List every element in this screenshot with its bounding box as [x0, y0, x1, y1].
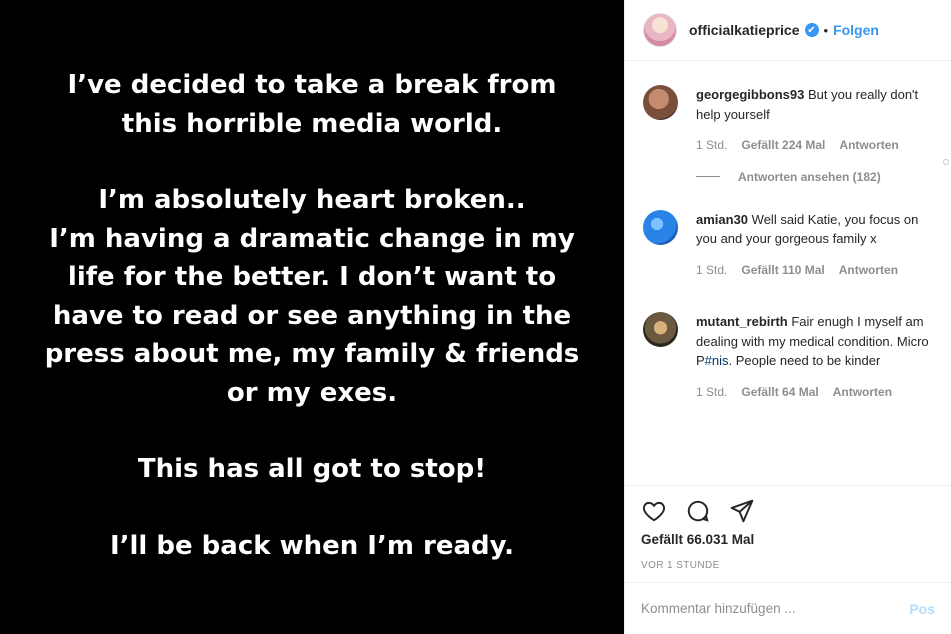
commenter-username[interactable]: mutant_rebirth — [696, 314, 788, 329]
hashtag-link[interactable]: #nis — [705, 353, 729, 368]
media-line: This has all got to stop! — [137, 454, 487, 484]
media-line: I’ve decided to take a break from — [67, 70, 557, 100]
post-sidebar: officialkatieprice ✔ • Folgen georgegibb… — [624, 0, 951, 634]
media-paragraph-3: This has all got to stop! — [12, 450, 612, 489]
add-comment-form: Pos — [625, 582, 951, 634]
follow-button[interactable]: Folgen — [833, 22, 879, 38]
post-comment-button[interactable]: Pos — [909, 601, 935, 617]
comment-body: mutant_rebirth Fair enugh I myself am de… — [696, 312, 931, 402]
comment-likes[interactable]: Gefällt 64 Mal — [741, 383, 818, 403]
media-line: press about me, my family & friends — [44, 339, 580, 369]
comment-like-icon[interactable] — [943, 159, 949, 165]
commenter-username[interactable]: amian30 — [696, 212, 748, 227]
comment-time[interactable]: 1 Std. — [696, 383, 727, 403]
header-separator: • — [823, 22, 829, 38]
author-avatar[interactable] — [643, 13, 677, 47]
media-line: I’m having a dramatic change in my — [49, 223, 575, 254]
comment-icon[interactable] — [685, 498, 711, 527]
commenter-avatar[interactable] — [643, 312, 678, 347]
instagram-post: I’ve decided to take a break from this h… — [0, 0, 951, 634]
media-line: life for the better. I don’t want to — [67, 262, 557, 292]
view-replies-button[interactable]: Antworten ansehen (182) — [696, 170, 951, 184]
media-paragraph-1: I’ve decided to take a break from this h… — [12, 66, 612, 143]
media-line: I’m absolutely heart broken.. — [98, 185, 526, 215]
commenter-avatar[interactable] — [643, 209, 678, 245]
heart-icon[interactable] — [641, 498, 667, 527]
comment-item: mutant_rebirth Fair enugh I myself am de… — [643, 312, 951, 402]
comment-meta: 1 Std. Gefällt 110 Mal Antworten — [696, 261, 931, 281]
media-line: have to read or see anything in the — [52, 300, 572, 331]
media-paragraph-2: I’m absolutely heart broken.. I’m having… — [12, 181, 612, 412]
commenter-username[interactable]: georgegibbons93 — [696, 87, 804, 102]
comment-time[interactable]: 1 Std. — [696, 136, 727, 156]
comment-text: . People need to be kinder — [728, 353, 881, 368]
comment-item: georgegibbons93 But you really don't hel… — [643, 85, 951, 165]
comment-body: amian30 Well said Katie, you focus on yo… — [696, 210, 931, 281]
comment-item: amian30 Well said Katie, you focus on yo… — [643, 209, 951, 281]
post-header: officialkatieprice ✔ • Folgen — [625, 0, 951, 61]
comment-input[interactable] — [641, 601, 902, 616]
commenter-avatar[interactable] — [643, 85, 678, 120]
verified-badge-icon: ✔ — [804, 23, 819, 37]
reply-button[interactable]: Antworten — [839, 261, 898, 281]
like-count[interactable]: Gefällt 66.031 Mal — [641, 532, 935, 547]
media-line: I’ll be back when I’m ready. — [109, 530, 515, 561]
comment-likes[interactable]: Gefällt 110 Mal — [741, 261, 824, 281]
media-paragraph-4: I’ll be back when I’m ready. — [12, 527, 612, 566]
reply-button[interactable]: Antworten — [839, 136, 898, 156]
comment-likes[interactable]: Gefällt 224 Mal — [741, 136, 825, 156]
comment-body: georgegibbons93 But you really don't hel… — [696, 85, 931, 156]
post-image: I’ve decided to take a break from this h… — [0, 0, 624, 634]
reply-button[interactable]: Antworten — [833, 383, 892, 403]
comment-meta: 1 Std. Gefällt 224 Mal Antworten — [696, 136, 931, 156]
action-icons — [641, 492, 935, 532]
post-time[interactable]: VOR 1 STUNDE — [641, 560, 935, 571]
media-line: or my exes. — [226, 377, 398, 408]
view-replies-label: Antworten ansehen (182) — [738, 169, 881, 184]
media-line: this horrible media world. — [121, 108, 503, 139]
comment-meta: 1 Std. Gefällt 64 Mal Antworten — [696, 383, 931, 403]
comments-list[interactable]: georgegibbons93 But you really don't hel… — [625, 61, 951, 485]
post-actions: Gefällt 66.031 Mal VOR 1 STUNDE — [625, 485, 951, 571]
comment-time[interactable]: 1 Std. — [696, 261, 727, 281]
share-icon[interactable] — [729, 498, 755, 527]
replies-divider — [696, 176, 720, 177]
author-username[interactable]: officialkatieprice — [689, 22, 800, 38]
